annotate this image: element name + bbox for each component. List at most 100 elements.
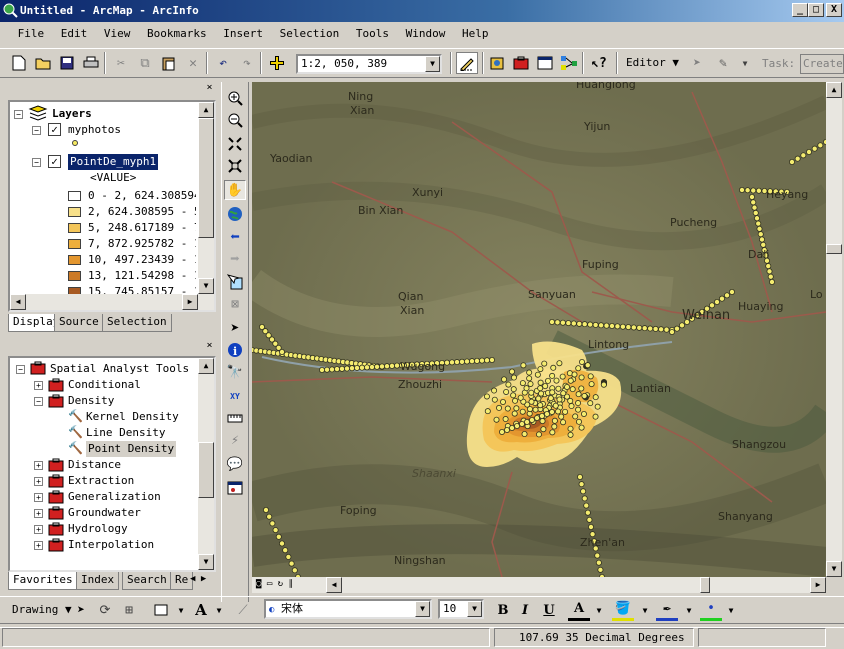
photo-point-marker[interactable]: [266, 513, 273, 520]
photo-point-marker[interactable]: [584, 509, 591, 516]
photo-point-marker[interactable]: [269, 520, 276, 527]
tab-selection[interactable]: Selection: [102, 314, 172, 332]
minimize-button[interactable]: _: [792, 3, 808, 17]
photo-point-marker[interactable]: [758, 236, 765, 243]
photo-point-marker[interactable]: [576, 473, 583, 480]
scroll-down-icon[interactable]: ▼: [198, 278, 214, 294]
marker-color-icon[interactable]: •: [700, 599, 722, 621]
photo-point-marker[interactable]: [510, 386, 517, 393]
photo-point-marker[interactable]: [517, 394, 524, 401]
rotate-icon[interactable]: ⟳: [94, 599, 116, 621]
photo-point-marker[interactable]: [588, 381, 595, 388]
toolset-item[interactable]: Generalization: [68, 489, 161, 505]
scroll-thumb[interactable]: [198, 118, 214, 238]
toolbox-root-label[interactable]: Spatial Analyst Tools: [50, 361, 189, 377]
photo-point-marker[interactable]: [603, 322, 610, 329]
photo-point-marker[interactable]: [291, 567, 298, 574]
photo-point-marker[interactable]: [559, 319, 566, 326]
photo-point-marker[interactable]: [478, 357, 485, 364]
scroll-left-icon[interactable]: ◀: [10, 294, 26, 310]
collapse-icon[interactable]: −: [34, 397, 43, 406]
photo-point-marker[interactable]: [563, 383, 570, 390]
photo-point-marker[interactable]: [521, 431, 528, 438]
photo-point-marker[interactable]: [541, 360, 548, 367]
time-slider-icon[interactable]: [224, 478, 246, 498]
photo-point-marker[interactable]: [755, 220, 762, 227]
photo-point-marker[interactable]: [567, 377, 574, 384]
photo-point-marker[interactable]: [766, 268, 773, 275]
photo-point-marker[interactable]: [502, 416, 509, 423]
photo-point-marker[interactable]: [549, 372, 556, 379]
photo-point-marker[interactable]: [636, 324, 643, 331]
scroll-down-icon[interactable]: ▼: [198, 554, 214, 570]
photo-point-marker[interactable]: [527, 406, 534, 413]
photo-point-marker[interactable]: [756, 225, 763, 232]
editor-menu[interactable]: Editor ▼: [626, 56, 679, 69]
photo-point-marker[interactable]: [496, 404, 503, 411]
photo-point-marker[interactable]: [468, 358, 475, 365]
photo-point-marker[interactable]: [568, 403, 575, 410]
photo-point-marker[interactable]: [562, 408, 569, 415]
photo-point-marker[interactable]: [503, 426, 510, 433]
toolset-item[interactable]: Conditional: [68, 377, 141, 393]
photo-point-marker[interactable]: [498, 428, 505, 435]
photo-point-marker[interactable]: [448, 359, 455, 366]
command-line-icon[interactable]: [534, 52, 556, 74]
photo-point-marker[interactable]: [572, 413, 579, 420]
font-size-combo[interactable]: 10 ▼: [438, 599, 484, 619]
photo-point-marker[interactable]: [597, 566, 604, 573]
photo-point-marker[interactable]: [278, 348, 285, 355]
photo-point-marker[interactable]: [757, 231, 764, 238]
line-color-pen-icon[interactable]: ✒: [656, 599, 678, 621]
new-document-icon[interactable]: [8, 52, 30, 74]
photo-point-marker[interactable]: [769, 278, 776, 285]
underline-button[interactable]: U: [538, 599, 560, 621]
toc-scrollbar[interactable]: ▲ ▼: [198, 102, 214, 310]
photo-point-marker[interactable]: [535, 431, 542, 438]
photo-point-marker[interactable]: [723, 292, 730, 299]
photo-point-marker[interactable]: [549, 429, 556, 436]
photo-point-marker[interactable]: [578, 385, 585, 392]
expand-icon[interactable]: +: [34, 461, 43, 470]
photo-point-marker[interactable]: [578, 424, 585, 431]
select-elements-arrow-icon[interactable]: ➤: [224, 318, 246, 338]
photo-point-marker[interactable]: [750, 187, 757, 194]
photo-point-marker[interactable]: [505, 381, 512, 388]
fill-color-dropdown-icon[interactable]: ▼: [634, 599, 656, 621]
photo-point-marker[interactable]: [339, 365, 346, 372]
photo-point-marker[interactable]: [738, 187, 745, 194]
photo-point-marker[interactable]: [491, 387, 498, 394]
photo-point-marker[interactable]: [512, 397, 519, 404]
photo-point-marker[interactable]: [537, 385, 544, 392]
chevron-down-icon[interactable]: ▼: [467, 601, 482, 617]
photo-point-marker[interactable]: [578, 358, 585, 365]
font-color-dropdown-icon[interactable]: ▼: [588, 599, 610, 621]
collapse-icon[interactable]: −: [16, 365, 25, 374]
photo-point-marker[interactable]: [673, 325, 680, 332]
expand-icon[interactable]: +: [34, 493, 43, 502]
photo-point-marker[interactable]: [383, 363, 390, 370]
photo-point-marker[interactable]: [578, 374, 585, 381]
edit-vertices-icon[interactable]: ⟋: [232, 599, 254, 621]
menu-window[interactable]: Window: [401, 24, 451, 43]
html-popup-icon[interactable]: 💬: [224, 454, 246, 474]
select-features-icon[interactable]: [224, 272, 246, 292]
photo-point-marker[interactable]: [532, 406, 539, 413]
photo-point-marker[interactable]: [278, 540, 285, 547]
photo-point-marker[interactable]: [752, 209, 759, 216]
photo-point-marker[interactable]: [558, 413, 565, 420]
close-button[interactable]: X: [826, 3, 842, 17]
photo-point-marker[interactable]: [544, 377, 551, 384]
add-data-icon[interactable]: [266, 52, 288, 74]
photo-point-marker[interactable]: [513, 405, 520, 412]
photo-point-marker[interactable]: [463, 358, 470, 365]
task-combo[interactable]: Create: [800, 54, 844, 74]
photo-point-marker[interactable]: [458, 358, 465, 365]
photo-point-marker[interactable]: [443, 359, 450, 366]
photo-point-marker[interactable]: [789, 159, 796, 166]
photo-point-marker[interactable]: [571, 371, 578, 378]
photo-point-marker[interactable]: [619, 323, 626, 330]
photo-point-marker[interactable]: [519, 408, 526, 415]
text-dropdown-icon[interactable]: ▼: [208, 599, 230, 621]
photo-point-marker[interactable]: [594, 403, 601, 410]
